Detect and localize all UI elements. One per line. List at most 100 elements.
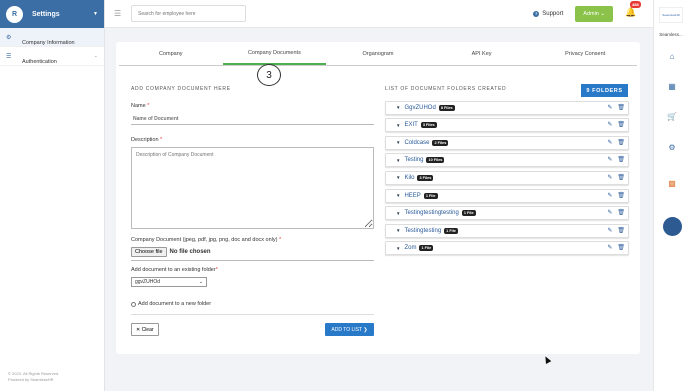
notification-badge: 488 xyxy=(630,0,641,8)
right-rail: SeamlessHR Seamless... ⌂ ▦ 🛒 ⚙ ▩ xyxy=(653,0,688,391)
sidebar-item-label: Company Information xyxy=(22,40,75,46)
document-name-input[interactable] xyxy=(131,113,374,125)
file-count-badge: 1 File xyxy=(461,210,476,217)
list-section-title: LIST OF DOCUMENT FOLDERS CREATED xyxy=(385,86,507,92)
add-document-form: ADD COMPANY DOCUMENT HERE Name * Descrip… xyxy=(131,86,374,336)
gear-icon: ⚙ xyxy=(6,34,12,41)
choose-file-button[interactable]: Choose file xyxy=(131,247,167,257)
folder-name: EXIT xyxy=(404,122,418,129)
trash-icon[interactable]: 🗑 xyxy=(617,121,625,128)
grid-icon[interactable]: ▦ xyxy=(663,77,681,95)
list-header: LIST OF DOCUMENT FOLDERS CREATED 9 FOLDE… xyxy=(385,84,629,97)
folder-row[interactable]: ▼ Testingtestingtesting 1 File ✎ 🗑 xyxy=(385,206,629,221)
chevron-down-icon[interactable]: ▼ xyxy=(93,11,98,17)
form-section-title: ADD COMPANY DOCUMENT HERE xyxy=(131,86,231,92)
trash-icon[interactable]: 🗑 xyxy=(617,192,625,199)
new-folder-label: Add document to a new folder xyxy=(138,301,212,307)
powered-by-text: Powered by SeamlessHR xyxy=(8,377,54,382)
tab-company[interactable]: Company xyxy=(119,42,223,65)
file-count-badge: 1 File xyxy=(444,227,458,234)
gear-icon[interactable]: ⚙ xyxy=(663,138,681,156)
sidebar-item-company-information[interactable]: ⚙ Company Information xyxy=(0,28,104,47)
sidebar-header[interactable]: R Settings ▼ xyxy=(0,0,104,28)
folder-row[interactable]: ▼ Kilo 3 Files ✎ 🗑 xyxy=(385,170,629,185)
trash-icon[interactable]: 🗑 xyxy=(617,227,625,234)
caret-down-icon[interactable]: ▼ xyxy=(396,123,400,128)
chevron-down-icon: ⌄ xyxy=(198,279,203,285)
form-actions: ✕ Clear ADD TO LIST ❯ xyxy=(131,323,374,336)
folder-name: Zom xyxy=(404,245,417,252)
bell-icon[interactable]: 🔔 488 xyxy=(625,0,641,21)
caret-down-icon[interactable]: ▼ xyxy=(396,228,400,233)
trash-icon[interactable]: 🗑 xyxy=(617,244,625,251)
cart-icon[interactable]: 🛒 xyxy=(663,107,681,125)
sidebar: R Settings ▼ ⚙ Company Information ☰ Aut… xyxy=(0,0,105,391)
sidebar-item-label: Authentication xyxy=(22,59,57,65)
existing-folder-select[interactable]: ggvZUHOd ⌄ xyxy=(131,277,207,287)
sidebar-item-authentication[interactable]: ☰ Authentication ⌄ xyxy=(0,47,104,66)
caret-down-icon[interactable]: ▼ xyxy=(396,193,400,198)
pencil-icon[interactable]: ✎ xyxy=(607,139,612,146)
tab-company-documents[interactable]: Company Documents xyxy=(222,42,327,65)
folder-name: Testingtestingtesting xyxy=(404,210,459,217)
file-count-badge: 2 Files xyxy=(432,139,449,146)
trash-icon[interactable]: 🗑 xyxy=(617,209,625,216)
chevron-down-icon: ⌄ xyxy=(93,53,98,59)
file-count-badge: 3 Files xyxy=(420,122,437,129)
sidebar-title: Settings xyxy=(32,10,60,18)
folder-row[interactable]: ▼ Zom 1 File ✎ 🗑 xyxy=(385,241,629,256)
home-icon[interactable]: ⌂ xyxy=(663,47,681,65)
caret-down-icon[interactable]: ▼ xyxy=(396,105,400,110)
trash-icon[interactable]: 🗑 xyxy=(617,174,625,181)
file-count-badge: 3 Files xyxy=(417,174,434,181)
folder-name: HEEP xyxy=(404,192,421,199)
caret-down-icon[interactable]: ▼ xyxy=(396,175,400,180)
file-count-badge: 1 File xyxy=(423,192,438,199)
file-count-badge: 8 Files xyxy=(438,104,455,111)
pencil-icon[interactable]: ✎ xyxy=(607,121,612,128)
caret-down-icon[interactable]: ▼ xyxy=(396,158,400,163)
pencil-icon[interactable]: ✎ xyxy=(607,244,612,251)
settings-card: Company Company Documents Organogram API… xyxy=(116,42,640,354)
tab-privacy-consent[interactable]: Privacy Consent xyxy=(533,42,637,65)
tab-api-key[interactable]: API Key xyxy=(430,42,534,65)
pencil-icon[interactable]: ✎ xyxy=(607,227,612,234)
pencil-icon[interactable]: ✎ xyxy=(607,192,612,199)
description-textarea[interactable] xyxy=(131,147,374,229)
no-file-text: No file chosen xyxy=(169,249,211,255)
add-to-list-button[interactable]: ADD TO LIST ❯ xyxy=(325,323,374,336)
rail-title: Seamless... xyxy=(659,32,683,37)
step-marker: 3 xyxy=(257,64,281,86)
list-icon: ☰ xyxy=(6,53,12,60)
folder-row[interactable]: ▼ Coldcase 2 Files ✎ 🗑 xyxy=(385,135,629,150)
file-input: Choose file No file chosen xyxy=(131,247,374,261)
folder-row[interactable]: ▼ Testingtesting 1 File ✎ 🗑 xyxy=(385,223,629,238)
new-folder-checkbox[interactable] xyxy=(131,301,136,307)
pencil-icon[interactable]: ✎ xyxy=(607,104,612,111)
admin-menu-button[interactable]: Admin ⌄ xyxy=(575,5,613,22)
caret-down-icon[interactable]: ▼ xyxy=(396,211,400,216)
folder-name: Testingtesting xyxy=(404,227,442,234)
trash-icon[interactable]: 🗑 xyxy=(617,139,625,146)
support-link[interactable]: ? Support xyxy=(533,10,563,17)
clear-button[interactable]: ✕ Clear xyxy=(131,323,159,336)
menu-icon[interactable]: ☰ xyxy=(114,9,124,18)
apps-icon[interactable]: ▩ xyxy=(663,174,681,192)
tab-organogram[interactable]: Organogram xyxy=(326,42,430,65)
caret-down-icon[interactable]: ▼ xyxy=(396,140,400,145)
trash-icon[interactable]: 🗑 xyxy=(617,104,625,111)
trash-icon[interactable]: 🗑 xyxy=(617,156,625,163)
search-input[interactable] xyxy=(131,5,246,22)
caret-down-icon[interactable]: ▼ xyxy=(396,246,400,251)
folders-count-button[interactable]: 9 FOLDERS xyxy=(581,84,628,97)
folder-row[interactable]: ▼ Testing 10 Files ✎ 🗑 xyxy=(385,153,629,168)
pencil-icon[interactable]: ✎ xyxy=(607,156,612,163)
profile-avatar[interactable] xyxy=(663,217,682,236)
pencil-icon[interactable]: ✎ xyxy=(607,174,612,181)
folder-row[interactable]: ▼ GgvZUHOd 8 Files ✎ 🗑 xyxy=(385,100,629,115)
file-label: Company Document (jpeg, pdf, jpg, png, d… xyxy=(131,237,282,243)
pencil-icon[interactable]: ✎ xyxy=(607,209,612,216)
folder-row[interactable]: ▼ HEEP 1 File ✎ 🗑 xyxy=(385,188,629,203)
app-logo: SeamlessHR xyxy=(659,7,683,23)
folder-row[interactable]: ▼ EXIT 3 Files ✎ 🗑 xyxy=(385,118,629,133)
